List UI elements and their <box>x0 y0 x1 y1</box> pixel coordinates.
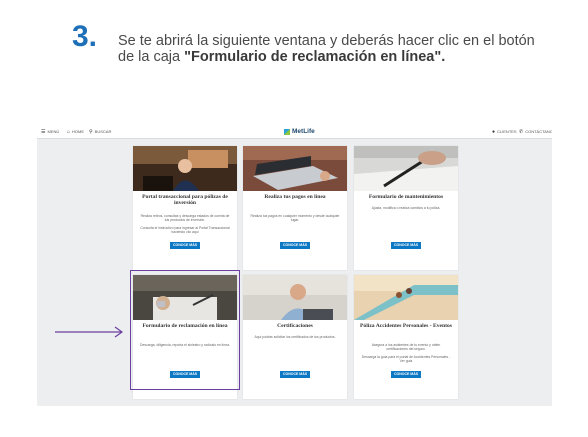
phone-icon: ✆ <box>519 129 524 135</box>
card-description: Asegura a los asistentes de tu evento y … <box>371 343 441 352</box>
metlife-logo-mark-icon <box>284 129 290 135</box>
top-navigation-bar: ☰ MENÚ ⌂ HOME ⚲ BUSCAR MetLife ● CLIENTE… <box>37 126 552 139</box>
home-label: HOME <box>72 129 85 134</box>
card-title: Certificaciones <box>277 323 313 329</box>
home-icon: ⌂ <box>67 129 71 135</box>
conoce-mas-button[interactable]: CONOCE MÁS <box>280 371 310 378</box>
clients-link[interactable]: ● CLIENTES <box>492 128 517 136</box>
menu-button[interactable]: ☰ MENÚ <box>41 128 59 136</box>
card-title: Portal transaccional para pólizas de inv… <box>142 194 228 207</box>
conoce-mas-button[interactable]: CONOCE MÁS <box>280 242 310 249</box>
card-title: Realiza tus pagos en línea <box>264 194 326 200</box>
highlight-frame <box>130 270 240 390</box>
card-image-laptop <box>243 146 347 191</box>
metlife-logo[interactable]: MetLife <box>284 128 315 136</box>
brand-name: MetLife <box>292 128 315 135</box>
card-pagos-en-linea: Realiza tus pagos en línea Realiza tus p… <box>243 146 347 270</box>
hamburger-icon: ☰ <box>41 129 46 135</box>
card-title: Formulario de mantenimientos <box>368 194 444 200</box>
conoce-mas-button[interactable]: CONOCE MÁS <box>391 242 421 249</box>
step-number: 3. <box>72 20 98 53</box>
search-label: BUSCAR <box>94 129 112 134</box>
search-icon: ⚲ <box>89 129 93 135</box>
menu-label: MENÚ <box>47 129 60 134</box>
card-description-2: Consulta el instructivo para ingresar al… <box>140 226 230 235</box>
user-icon: ● <box>492 129 496 135</box>
card-certificaciones: Certificaciones Aquí podrás solicitar lo… <box>243 275 347 399</box>
card-formulario-mantenimientos: Formulario de mantenimientos Ajusta, mod… <box>354 146 458 270</box>
card-poliza-accidentes: Póliza Accidentes Personales - Eventos A… <box>354 275 458 399</box>
card-image-writing <box>354 146 458 191</box>
search-link[interactable]: ⚲ BUSCAR <box>89 128 111 136</box>
card-image-stairs <box>354 275 458 320</box>
contact-link[interactable]: ✆ CONTÁCTANOS <box>519 128 552 136</box>
conoce-mas-button[interactable]: CONOCE MÁS <box>391 371 421 378</box>
card-description: Ajusta, modifica o realiza cambios a tu … <box>371 206 441 210</box>
clients-label: CLIENTES <box>497 129 517 134</box>
card-description-2: Descarga la guía para el portal de Accid… <box>361 355 451 364</box>
card-description: Realiza retiros, consultas y descarga es… <box>140 214 230 223</box>
card-portal-transaccional: Portal transaccional para pólizas de inv… <box>133 146 237 270</box>
card-description: Realiza tus pagos en cualquier momento y… <box>250 214 340 223</box>
card-description: Aquí podrás solicitar los certificados d… <box>254 335 336 339</box>
card-image-office <box>133 146 237 191</box>
metlife-page-screenshot: ☰ MENÚ ⌂ HOME ⚲ BUSCAR MetLife ● CLIENTE… <box>37 126 552 406</box>
pointer-arrow-icon <box>55 326 124 338</box>
card-image-man-laptop <box>243 275 347 320</box>
card-title: Póliza Accidentes Personales - Eventos <box>360 323 452 329</box>
step-text: Se te abrirá la siguiente ventana y debe… <box>118 33 538 65</box>
conoce-mas-button[interactable]: CONOCE MÁS <box>170 242 200 249</box>
home-link[interactable]: ⌂ HOME <box>67 128 84 136</box>
step-text-bold: "Formulario de reclamación en línea". <box>184 48 446 65</box>
contact-label: CONTÁCTANOS <box>525 129 552 134</box>
